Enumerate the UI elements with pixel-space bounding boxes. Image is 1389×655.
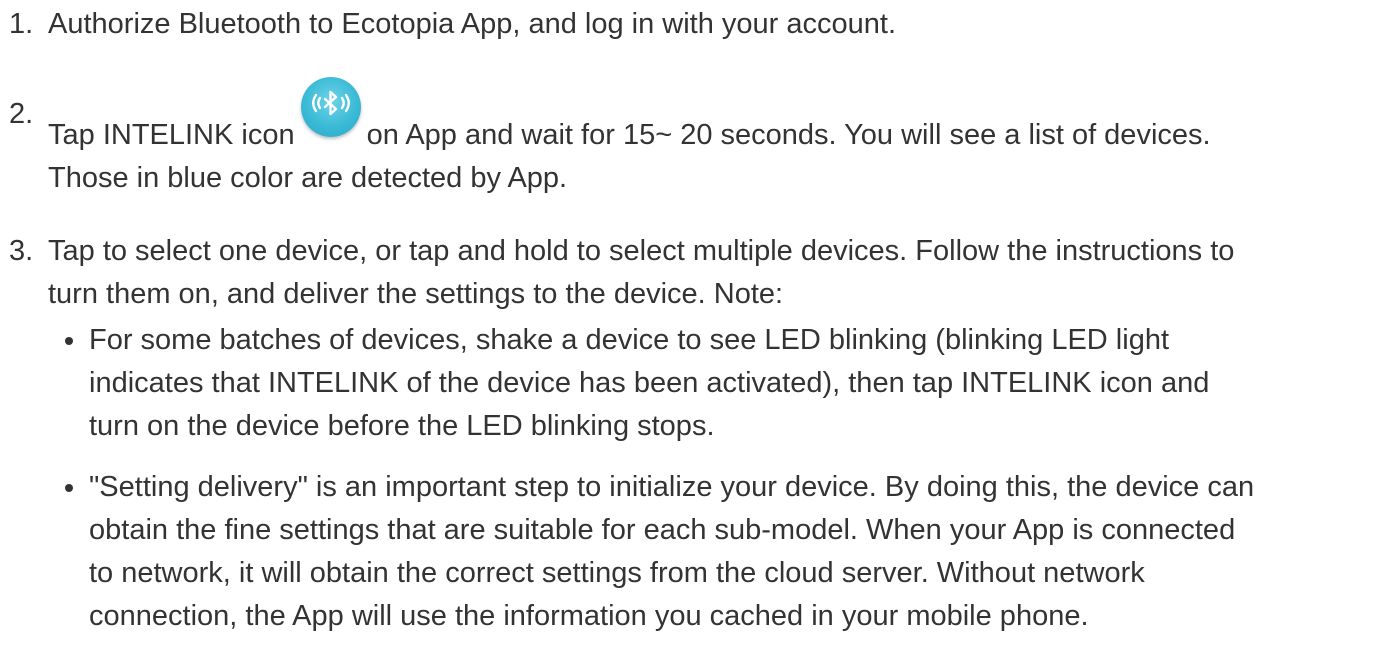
step-text: on App and wait for 15~ 20 seconds. You … [366,119,1211,151]
step-2: 2. Tap INTELINK icon on App and wait for … [0,77,1389,200]
note-line: connection, the App will use the informa… [89,600,1089,632]
note-item: "Setting delivery" is an important step … [0,466,1389,638]
step-number: 1. [9,8,34,40]
note-line: "Setting delivery" is an important step … [89,471,1255,503]
step-number: 3. [9,235,34,267]
step-text-line2: turn them on, and deliver the settings t… [48,278,784,310]
step-line: Tap INTELINK icon on App and wait for 15~… [48,77,1389,157]
bullet-dot [65,484,73,492]
step-text-line1: Tap to select one device, or tap and hol… [48,235,1235,267]
step-1: 1. Authorize Bluetooth to Ecotopia App, … [0,3,1389,46]
note-line: obtain the fine settings that are suitab… [89,514,1236,546]
bullet-dot [65,337,73,345]
step-3: 3. Tap to select one device, or tap and … [0,230,1389,316]
bluetooth-signal-icon [300,77,361,137]
step-number: 2. [9,98,34,130]
note-item: For some batches of devices, shake a dev… [0,319,1389,448]
step-text-line2: Those in blue color are detected by App. [48,162,568,194]
note-line: For some batches of devices, shake a dev… [89,324,1170,356]
note-line: turn on the device before the LED blinki… [89,410,715,442]
step-text: Authorize Bluetooth to Ecotopia App, and… [48,8,896,40]
note-line: to network, it will obtain the correct s… [89,557,1145,589]
note-line: indicates that INTELINK of the device ha… [89,367,1210,399]
notes-list: For some batches of devices, shake a dev… [0,319,1389,638]
step-text: Tap INTELINK icon [48,119,295,151]
